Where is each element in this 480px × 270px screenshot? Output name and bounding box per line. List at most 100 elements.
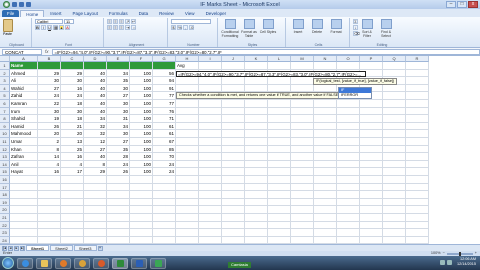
grid-cell[interactable] (199, 229, 222, 237)
grid-cell[interactable] (291, 145, 314, 154)
grid-cell[interactable] (383, 206, 406, 214)
grid-cell[interactable] (314, 100, 337, 108)
table-cell[interactable]: 100 (130, 130, 153, 138)
row-header[interactable]: 9 (0, 122, 10, 131)
grid-cell[interactable] (337, 153, 360, 161)
table-cell[interactable]: Umar (10, 138, 38, 146)
grid-cell[interactable] (61, 214, 84, 222)
table-cell[interactable]: 34 (84, 115, 107, 123)
grid-cell[interactable] (360, 229, 383, 237)
grid-cell[interactable] (314, 115, 337, 123)
table-cell[interactable]: 25 (61, 145, 84, 154)
grid-cell[interactable] (130, 221, 153, 230)
row-header[interactable]: 4 (0, 84, 10, 93)
grid-cell[interactable] (383, 176, 406, 184)
align-middle-icon[interactable]: ≡ (113, 19, 118, 24)
grid-cell[interactable] (84, 206, 107, 214)
table-cell[interactable]: Mahmood (10, 130, 38, 138)
grid-cell[interactable] (337, 168, 360, 176)
table-cell[interactable]: 32 (84, 130, 107, 138)
grid-cell[interactable] (268, 206, 291, 214)
borders-icon[interactable]: ▦ (53, 25, 58, 30)
grid-cell[interactable] (383, 183, 406, 192)
grid-cell[interactable] (383, 168, 406, 176)
grid-cell[interactable] (222, 115, 245, 123)
table-cell[interactable]: 100 (130, 115, 153, 123)
grid-cell[interactable] (130, 183, 153, 192)
grid-cell[interactable] (383, 221, 406, 230)
zoom-slider[interactable] (446, 251, 473, 256)
network-icon[interactable] (440, 260, 445, 265)
grid-cell[interactable] (61, 198, 84, 207)
grid-cell[interactable] (291, 221, 314, 230)
grid-cell[interactable] (383, 160, 406, 169)
grid-cell[interactable] (176, 138, 199, 146)
grid-cell[interactable] (383, 100, 406, 108)
table-cell[interactable]: 30 (38, 107, 61, 116)
grid-cell[interactable] (383, 236, 406, 244)
table-cell[interactable]: 20 (61, 130, 84, 138)
grid-cell[interactable] (245, 198, 268, 207)
grid-cell[interactable] (268, 221, 291, 230)
grid-cell[interactable] (337, 206, 360, 214)
row-header[interactable]: 12 (0, 145, 10, 154)
grid-cell[interactable] (176, 221, 199, 230)
grid-cell[interactable] (406, 198, 429, 207)
grid-cell[interactable] (222, 160, 245, 169)
grid-cell[interactable] (360, 191, 383, 199)
close-button[interactable]: x (468, 1, 478, 8)
grid-cell[interactable] (268, 214, 291, 222)
grid-cell[interactable] (38, 206, 61, 214)
grid-cell[interactable] (176, 191, 199, 199)
table-cell[interactable]: Ahmed (10, 69, 38, 78)
table-cell[interactable]: 100 (130, 138, 153, 146)
grid-cell[interactable] (406, 107, 429, 116)
header-cell[interactable] (38, 62, 61, 70)
table-cell[interactable]: 32 (84, 122, 107, 131)
grid-cell[interactable] (268, 115, 291, 123)
table-cell[interactable]: 35 (107, 145, 130, 154)
grid-cell[interactable] (10, 236, 38, 244)
table-cell[interactable]: 24 (38, 92, 61, 100)
table-cell[interactable]: 17 (61, 168, 84, 176)
conditional-formatting-button[interactable]: Conditional Formatting (221, 19, 239, 39)
grid-cell[interactable] (61, 236, 84, 244)
grid-cell[interactable] (245, 84, 268, 93)
grid-cell[interactable] (268, 183, 291, 192)
grid-cell[interactable] (383, 107, 406, 116)
grid-cell[interactable] (314, 138, 337, 146)
grid-cell[interactable] (245, 62, 268, 70)
clock[interactable]: 12:06 AM 12/14/2015 (457, 257, 476, 267)
table-cell[interactable]: 12 (84, 138, 107, 146)
grid-cell[interactable] (314, 198, 337, 207)
table-cell[interactable]: 77 (153, 100, 176, 108)
grid-cell[interactable] (360, 160, 383, 169)
table-cell[interactable]: 30 (107, 107, 130, 116)
grid-cell[interactable] (314, 62, 337, 70)
header-cell[interactable] (107, 62, 130, 70)
table-cell[interactable]: Irum (10, 107, 38, 116)
grid-cell[interactable] (337, 198, 360, 207)
table-cell[interactable]: 35 (107, 77, 130, 85)
grid-cell[interactable] (222, 198, 245, 207)
grid-cell[interactable] (176, 100, 199, 108)
grid-cell[interactable] (360, 115, 383, 123)
grid-cell[interactable] (199, 62, 222, 70)
table-cell[interactable]: 31 (107, 115, 130, 123)
table-cell[interactable]: 4 (61, 160, 84, 169)
grid-cell[interactable] (153, 206, 176, 214)
grid-cell[interactable] (291, 122, 314, 131)
grid-cell[interactable] (176, 176, 199, 184)
last-sheet-icon[interactable]: ▸| (20, 245, 25, 251)
grid-cell[interactable] (222, 221, 245, 230)
grid-cell[interactable] (245, 236, 268, 244)
grid-cell[interactable] (130, 198, 153, 207)
header-cell[interactable] (61, 62, 84, 70)
grid-cell[interactable] (406, 206, 429, 214)
insert-cells-button[interactable]: Insert (289, 19, 307, 39)
grid-cell[interactable] (383, 191, 406, 199)
row-header[interactable]: 20 (0, 206, 10, 214)
table-cell[interactable]: 100 (130, 145, 153, 154)
grid-cell[interactable] (314, 176, 337, 184)
grid-cell[interactable] (84, 176, 107, 184)
